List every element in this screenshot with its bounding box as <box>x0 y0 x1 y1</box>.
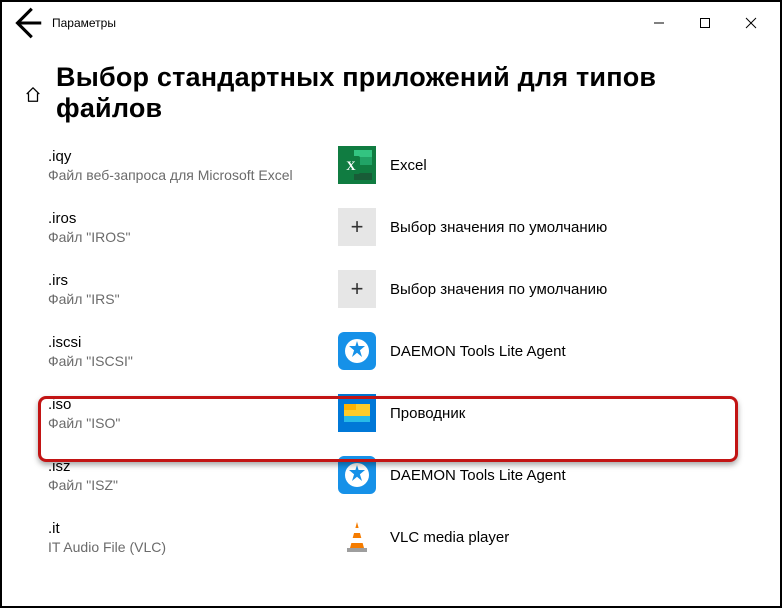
app-name: Выбор значения по умолчанию <box>390 281 607 298</box>
file-description: Файл "IRS" <box>48 291 338 307</box>
default-app-button[interactable]: + Выбор значения по умолчанию <box>338 208 607 246</box>
home-icon[interactable] <box>24 86 42 109</box>
file-type-row: .irs Файл "IRS" + Выбор значения по умол… <box>48 262 758 324</box>
default-app-button[interactable]: Проводник <box>338 394 465 432</box>
plus-icon: + <box>338 270 376 308</box>
file-description: Файл веб-запроса для Microsoft Excel <box>48 167 338 183</box>
default-app-button[interactable]: + Выбор значения по умолчанию <box>338 270 607 308</box>
file-type-info: .iqy Файл веб-запроса для Microsoft Exce… <box>48 146 338 183</box>
file-extension: .irs <box>48 272 338 289</box>
app-name: DAEMON Tools Lite Agent <box>390 343 566 360</box>
file-type-row: .iqy Файл веб-запроса для Microsoft Exce… <box>48 138 758 200</box>
page-header: Выбор стандартных приложений для типов ф… <box>2 44 780 138</box>
file-type-row: .it IT Audio File (VLC) VLC media player <box>48 510 758 572</box>
file-description: Файл "ISCSI" <box>48 353 338 369</box>
file-extension: .iqy <box>48 148 338 165</box>
file-type-info: .isz Файл "ISZ" <box>48 456 338 493</box>
file-type-row: .isz Файл "ISZ" DAEMON Tools Lite Agent <box>48 448 758 510</box>
excel-icon: X <box>338 146 376 184</box>
maximize-button[interactable] <box>682 7 728 39</box>
app-name: Excel <box>390 157 427 174</box>
svg-text:X: X <box>346 158 356 173</box>
close-button[interactable] <box>728 7 774 39</box>
window-controls <box>636 7 774 39</box>
file-type-info: .iros Файл "IROS" <box>48 208 338 245</box>
file-extension: .isz <box>48 458 338 475</box>
app-name: Выбор значения по умолчанию <box>390 219 607 236</box>
title-bar: Параметры <box>2 2 780 44</box>
file-type-row: .iscsi Файл "ISCSI" DAEMON Tools Lite Ag… <box>48 324 758 386</box>
file-extension: .iros <box>48 210 338 227</box>
file-description: Файл "IROS" <box>48 229 338 245</box>
daemon-tools-icon <box>338 332 376 370</box>
file-extension: .it <box>48 520 338 537</box>
file-type-info: .it IT Audio File (VLC) <box>48 518 338 555</box>
file-type-info: .iso Файл "ISO" <box>48 394 338 431</box>
default-app-button[interactable]: VLC media player <box>338 518 509 556</box>
file-description: IT Audio File (VLC) <box>48 539 338 555</box>
default-app-button[interactable]: X Excel <box>338 146 427 184</box>
file-type-list: .iqy Файл веб-запроса для Microsoft Exce… <box>2 138 780 572</box>
file-type-row: .iso Файл "ISO" Проводник <box>48 386 758 448</box>
file-extension: .iso <box>48 396 338 413</box>
file-extension: .iscsi <box>48 334 338 351</box>
plus-icon: + <box>338 208 376 246</box>
file-description: Файл "ISZ" <box>48 477 338 493</box>
file-type-info: .irs Файл "IRS" <box>48 270 338 307</box>
default-app-button[interactable]: DAEMON Tools Lite Agent <box>338 332 566 370</box>
file-type-row: .iros Файл "IROS" + Выбор значения по ум… <box>48 200 758 262</box>
vlc-icon <box>338 518 376 556</box>
app-name: VLC media player <box>390 529 509 546</box>
default-app-button[interactable]: DAEMON Tools Lite Agent <box>338 456 566 494</box>
window-title: Параметры <box>52 16 116 30</box>
page-title: Выбор стандартных приложений для типов ф… <box>56 62 758 124</box>
daemon-tools-icon <box>338 456 376 494</box>
app-name: DAEMON Tools Lite Agent <box>390 467 566 484</box>
minimize-button[interactable] <box>636 7 682 39</box>
back-button[interactable] <box>8 4 46 42</box>
app-name: Проводник <box>390 405 465 422</box>
explorer-icon <box>338 394 376 432</box>
file-description: Файл "ISO" <box>48 415 338 431</box>
file-type-info: .iscsi Файл "ISCSI" <box>48 332 338 369</box>
